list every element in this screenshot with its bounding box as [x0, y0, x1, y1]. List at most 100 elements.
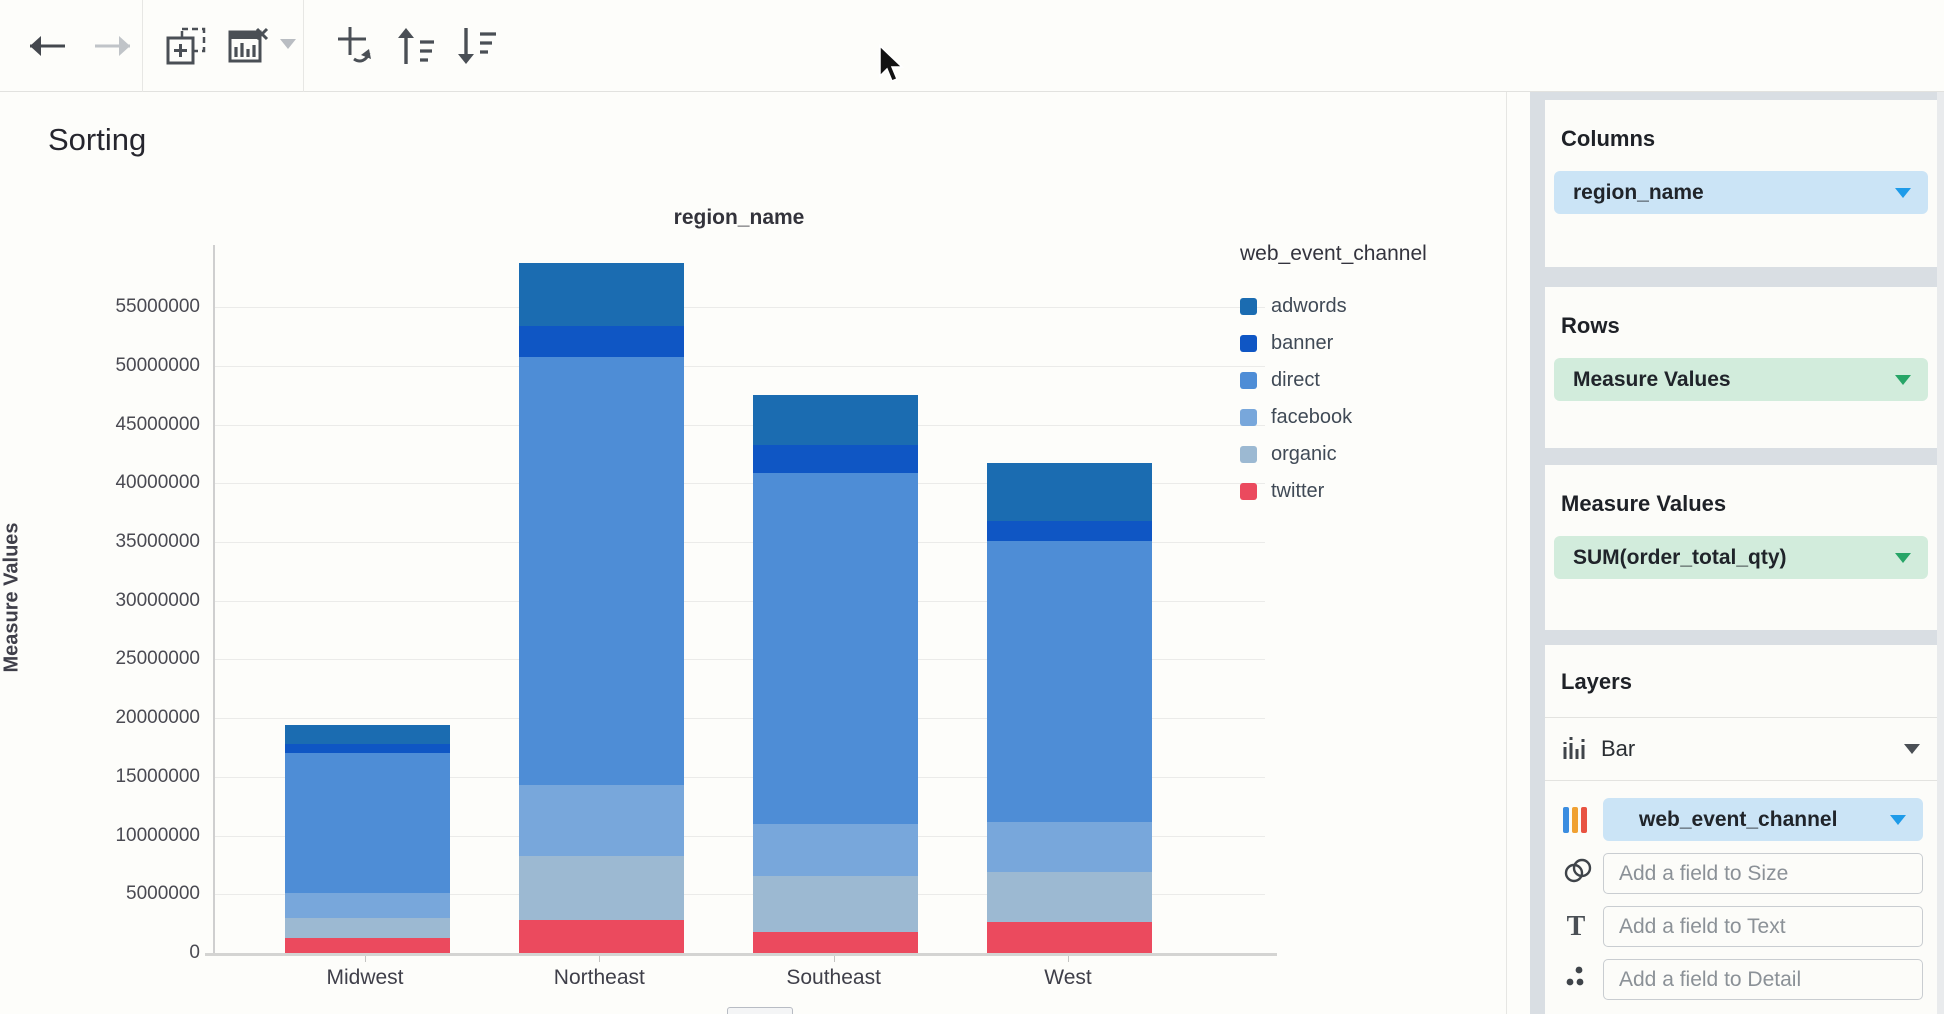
legend-item-direct[interactable]: direct [1240, 362, 1427, 399]
sort-ascending-button[interactable] [390, 20, 442, 72]
bar-segment-facebook[interactable] [753, 824, 918, 876]
divider [1545, 780, 1937, 781]
remove-chart-button[interactable] [222, 20, 274, 72]
chevron-down-icon[interactable] [1895, 553, 1911, 563]
bar-segment-adwords[interactable] [519, 263, 684, 326]
text-shelf-icon: T [1563, 911, 1589, 943]
layer-type-selector[interactable]: Bar [1545, 718, 1937, 780]
bar-segment-facebook[interactable] [285, 893, 450, 918]
bar-segment-twitter[interactable] [285, 938, 450, 953]
stacked-bar-west[interactable] [987, 463, 1152, 953]
color-shelf-row: web_event_channel [1545, 798, 1937, 841]
color-field-label: web_event_channel [1639, 808, 1837, 832]
rows-field-pill[interactable]: Measure Values [1554, 358, 1928, 401]
size-field-placeholder: Add a field to Size [1619, 862, 1788, 886]
sort-ascending-icon [394, 26, 438, 66]
stacked-bar-northeast[interactable] [519, 263, 684, 953]
x-tick-label: West [951, 966, 1185, 990]
legend: web_event_channel adwordsbannerdirectfac… [1240, 242, 1427, 510]
bar-segment-organic[interactable] [753, 876, 918, 932]
layer-type-label: Bar [1601, 736, 1635, 762]
columns-field-pill[interactable]: region_name [1554, 171, 1928, 214]
chart-title: region_name [213, 206, 1265, 230]
legend-item-facebook[interactable]: facebook [1240, 399, 1427, 436]
bar-segment-direct[interactable] [987, 541, 1152, 822]
legend-swatch [1240, 335, 1257, 352]
bar-segment-twitter[interactable] [753, 932, 918, 953]
swap-axes-button[interactable] [330, 20, 382, 72]
color-field-pill[interactable]: web_event_channel [1603, 798, 1923, 841]
bar-segment-banner[interactable] [753, 445, 918, 473]
y-tick-label: 0 [50, 942, 200, 964]
bar-segment-adwords[interactable] [987, 463, 1152, 521]
bar-segment-adwords[interactable] [285, 725, 450, 744]
bar-segment-organic[interactable] [987, 872, 1152, 922]
remove-chart-icon [227, 27, 269, 65]
x-tick-label: Southeast [717, 966, 951, 990]
text-field-placeholder: Add a field to Text [1619, 915, 1786, 939]
bar-segment-adwords[interactable] [753, 395, 918, 444]
gridline [215, 307, 1265, 308]
bar-segment-banner[interactable] [987, 521, 1152, 541]
y-tick-label: 30000000 [50, 590, 200, 612]
text-shelf-row: T Add a field to Text [1545, 906, 1937, 947]
panel-edge-strip [1937, 92, 1944, 1014]
bar-segment-direct[interactable] [753, 473, 918, 824]
bar-segment-twitter[interactable] [519, 920, 684, 953]
stacked-bar-midwest[interactable] [285, 725, 450, 953]
chevron-down-icon[interactable] [1895, 375, 1911, 385]
gridline [215, 425, 1265, 426]
chevron-down-icon[interactable] [1895, 188, 1911, 198]
chevron-down-icon[interactable] [1904, 744, 1920, 754]
bar-segment-direct[interactable] [519, 357, 684, 786]
y-tick-label: 20000000 [50, 707, 200, 729]
stacked-bar-southeast[interactable] [753, 395, 918, 953]
legend-label: direct [1271, 369, 1320, 392]
forward-button[interactable] [86, 20, 138, 72]
text-field-input[interactable]: Add a field to Text [1603, 906, 1923, 947]
chevron-down-icon[interactable] [1890, 815, 1906, 825]
x-tick-mark [599, 956, 600, 962]
page-title: Sorting [48, 122, 146, 158]
add-chart-icon [164, 26, 208, 66]
legend-item-adwords[interactable]: adwords [1240, 288, 1427, 325]
toolbar-divider [303, 0, 304, 92]
legend-item-organic[interactable]: organic [1240, 436, 1427, 473]
add-chart-button[interactable] [160, 20, 212, 72]
size-shelf-row: Add a field to Size [1545, 853, 1937, 894]
toolbar-divider [142, 0, 143, 92]
color-shelf-icon [1563, 807, 1589, 833]
layers-header: Layers [1561, 669, 1937, 695]
bar-segment-twitter[interactable] [987, 922, 1152, 953]
back-button[interactable] [22, 20, 74, 72]
bar-segment-facebook[interactable] [519, 785, 684, 855]
legend-swatch [1240, 483, 1257, 500]
bar-segment-organic[interactable] [285, 918, 450, 938]
bar-segment-organic[interactable] [519, 856, 684, 921]
bar-chart-icon [1561, 735, 1589, 763]
bottom-widget-cutoff[interactable] [727, 1007, 793, 1014]
measure-values-field-pill[interactable]: SUM(order_total_qty) [1554, 536, 1928, 579]
bar-segment-banner[interactable] [285, 744, 450, 753]
x-tick-label: Northeast [482, 966, 716, 990]
size-field-input[interactable]: Add a field to Size [1603, 853, 1923, 894]
legend-item-twitter[interactable]: twitter [1240, 473, 1427, 510]
detail-shelf-icon [1563, 965, 1589, 994]
columns-field-label: region_name [1573, 181, 1704, 205]
detail-shelf-row: Add a field to Detail [1545, 959, 1937, 1000]
y-tick-label: 15000000 [50, 766, 200, 788]
rows-field-label: Measure Values [1573, 368, 1731, 392]
bar-segment-direct[interactable] [285, 753, 450, 893]
detail-field-input[interactable]: Add a field to Detail [1603, 959, 1923, 1000]
bar-segment-banner[interactable] [519, 326, 684, 357]
bar-segment-facebook[interactable] [987, 822, 1152, 872]
size-shelf-icon [1563, 858, 1589, 889]
chart-type-caret-icon[interactable] [278, 37, 298, 56]
legend-item-banner[interactable]: banner [1240, 325, 1427, 362]
legend-label: facebook [1271, 406, 1352, 429]
measure-values-header: Measure Values [1561, 491, 1937, 517]
sort-descending-button[interactable] [450, 20, 502, 72]
columns-header: Columns [1561, 126, 1937, 152]
y-axis-title: Measure Values [1, 338, 24, 858]
legend-swatch [1240, 409, 1257, 426]
